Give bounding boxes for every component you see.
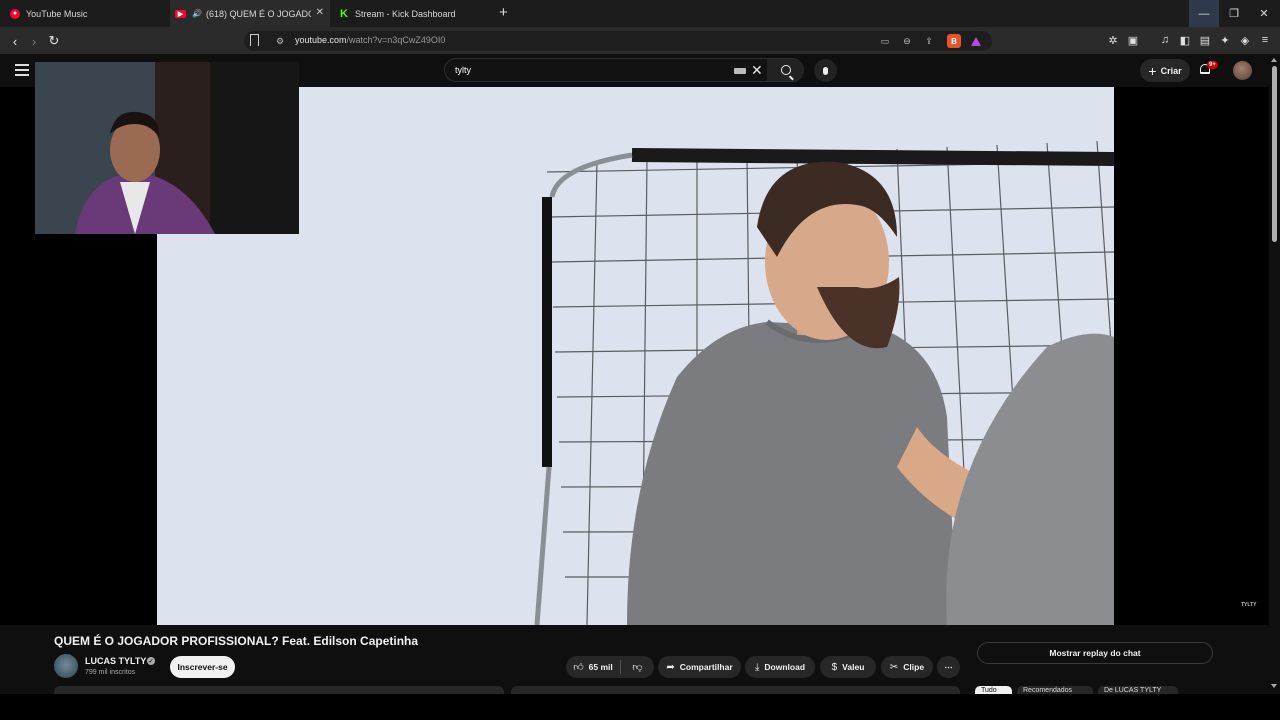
scissors-icon: ✂: [889, 661, 899, 673]
search-box[interactable]: tylty ✕: [444, 58, 804, 82]
tab-title: YouTube Music: [26, 8, 88, 19]
voice-search-button[interactable]: [814, 59, 837, 82]
video-title: QUEM É O JOGADOR PROFISSIONAL? Feat. Edi…: [54, 634, 419, 648]
tab-title: (618) QUEM É O JOGADOR PROFISSIONAL?: [205, 8, 311, 19]
youtube-music-icon: ●: [10, 8, 20, 19]
guide-menu-icon[interactable]: [15, 64, 29, 76]
clear-search-icon[interactable]: ✕: [751, 62, 763, 78]
subscriber-count: 799 mil inscritos: [85, 669, 136, 676]
download-button[interactable]: ⤓ Download: [745, 656, 815, 678]
share-arrow-icon: ➦: [666, 661, 675, 673]
account-avatar[interactable]: [1233, 61, 1252, 80]
zoom-icon[interactable]: ⊖: [900, 34, 914, 48]
address-bar[interactable]: ⚙ youtube.com/watch?v=n3qCwZ49OI0 ▭ ⊖ ⇪ …: [244, 31, 992, 51]
tab-title: Stream - Kick Dashboard: [355, 8, 456, 19]
thumbs-down-icon: 👎︎: [632, 662, 643, 673]
keyboard-icon[interactable]: [734, 68, 746, 74]
screenshot-icon[interactable]: ▣: [1125, 32, 1141, 48]
dislike-button[interactable]: 👎︎: [621, 656, 654, 678]
cast-icon[interactable]: ▭: [878, 34, 892, 48]
restore-button[interactable]: ❐: [1219, 0, 1249, 27]
url-text[interactable]: youtube.com/watch?v=n3qCwZ49OI0: [295, 35, 445, 45]
leo-ai-icon[interactable]: ✦: [1217, 32, 1233, 48]
tab-youtube-video[interactable]: ▶ 🔊 (618) QUEM É O JOGADOR PROFISSIONAL?…: [170, 0, 330, 27]
youtube-icon: ▶: [175, 9, 186, 18]
scroll-up-icon[interactable]: [1271, 58, 1277, 62]
back-button[interactable]: ‹: [6, 32, 24, 50]
close-window-button[interactable]: ✕: [1249, 0, 1279, 27]
search-button[interactable]: [767, 59, 804, 81]
brave-rewards-icon[interactable]: [969, 34, 983, 48]
forward-button[interactable]: ›: [25, 32, 43, 50]
channel-watermark: TYLTY: [1241, 602, 1257, 608]
thanks-icon: $: [831, 661, 838, 673]
vpn-icon[interactable]: ◈: [1237, 32, 1253, 48]
reload-button[interactable]: ↻: [45, 32, 63, 50]
brave-shields-icon[interactable]: B: [947, 34, 961, 48]
wallet-icon[interactable]: ▤: [1197, 32, 1213, 48]
site-settings-icon[interactable]: ⚙: [276, 36, 284, 47]
scroll-down-icon[interactable]: [1271, 684, 1277, 688]
show-chat-replay-button[interactable]: Mostrar replay do chat: [977, 642, 1213, 664]
page-scrollbar[interactable]: [1269, 54, 1280, 694]
browser-toolbar: ‹ › ↻ ⚙ youtube.com/watch?v=n3qCwZ49OI0 …: [0, 27, 1280, 54]
kick-icon: K: [340, 7, 348, 20]
like-button[interactable]: 👍︎ 65 mil: [566, 656, 620, 678]
tab-kick-dashboard[interactable]: K Stream - Kick Dashboard: [333, 0, 493, 27]
tab-youtube-music[interactable]: ● YouTube Music: [0, 0, 170, 27]
channel-avatar[interactable]: [54, 654, 78, 678]
channel-name[interactable]: LUCAS TYLTY: [85, 656, 146, 666]
clip-button[interactable]: ✂ Clipe: [881, 656, 933, 678]
minimize-button[interactable]: —: [1189, 0, 1219, 27]
subscribe-button[interactable]: Inscrever-se: [170, 656, 235, 678]
download-icon: ⤓: [754, 661, 760, 673]
verified-badge-icon: ✓: [147, 657, 155, 665]
thanks-button[interactable]: $ Valeu: [820, 656, 876, 678]
main-menu-icon[interactable]: ≡: [1257, 32, 1273, 48]
speaker-icon: 🔊: [192, 9, 202, 18]
plus-icon: +: [1148, 62, 1157, 79]
extensions-icon[interactable]: ✲: [1105, 32, 1121, 48]
new-tab-button[interactable]: +: [499, 5, 508, 20]
scroll-thumb[interactable]: [1272, 66, 1277, 242]
webcam-overlay: [35, 62, 299, 234]
more-icon: ⋯: [944, 661, 953, 672]
browser-tab-strip: ● YouTube Music ▶ 🔊 (618) QUEM É O JOGAD…: [0, 0, 1280, 27]
create-button[interactable]: + Criar: [1140, 59, 1190, 82]
sidebar-icon[interactable]: ◧: [1177, 32, 1193, 48]
video-scene: [157, 87, 1114, 625]
close-tab-icon[interactable]: ✕: [316, 7, 324, 18]
bookmark-icon[interactable]: [250, 34, 259, 46]
music-icon[interactable]: ♫: [1157, 32, 1173, 48]
search-input[interactable]: tylty: [455, 65, 471, 75]
thumbs-up-icon: 👍︎: [573, 662, 584, 673]
notification-badge: 9+: [1207, 61, 1218, 69]
share-icon[interactable]: ⇪: [922, 34, 936, 48]
video-frame[interactable]: [157, 87, 1114, 625]
webcam-image: [35, 62, 299, 234]
search-icon: [780, 65, 791, 75]
share-button[interactable]: ➦ Compartilhar: [658, 656, 741, 678]
more-actions-button[interactable]: ⋯: [937, 656, 960, 678]
bottom-bar: [0, 694, 1280, 720]
mic-icon: [823, 66, 828, 75]
